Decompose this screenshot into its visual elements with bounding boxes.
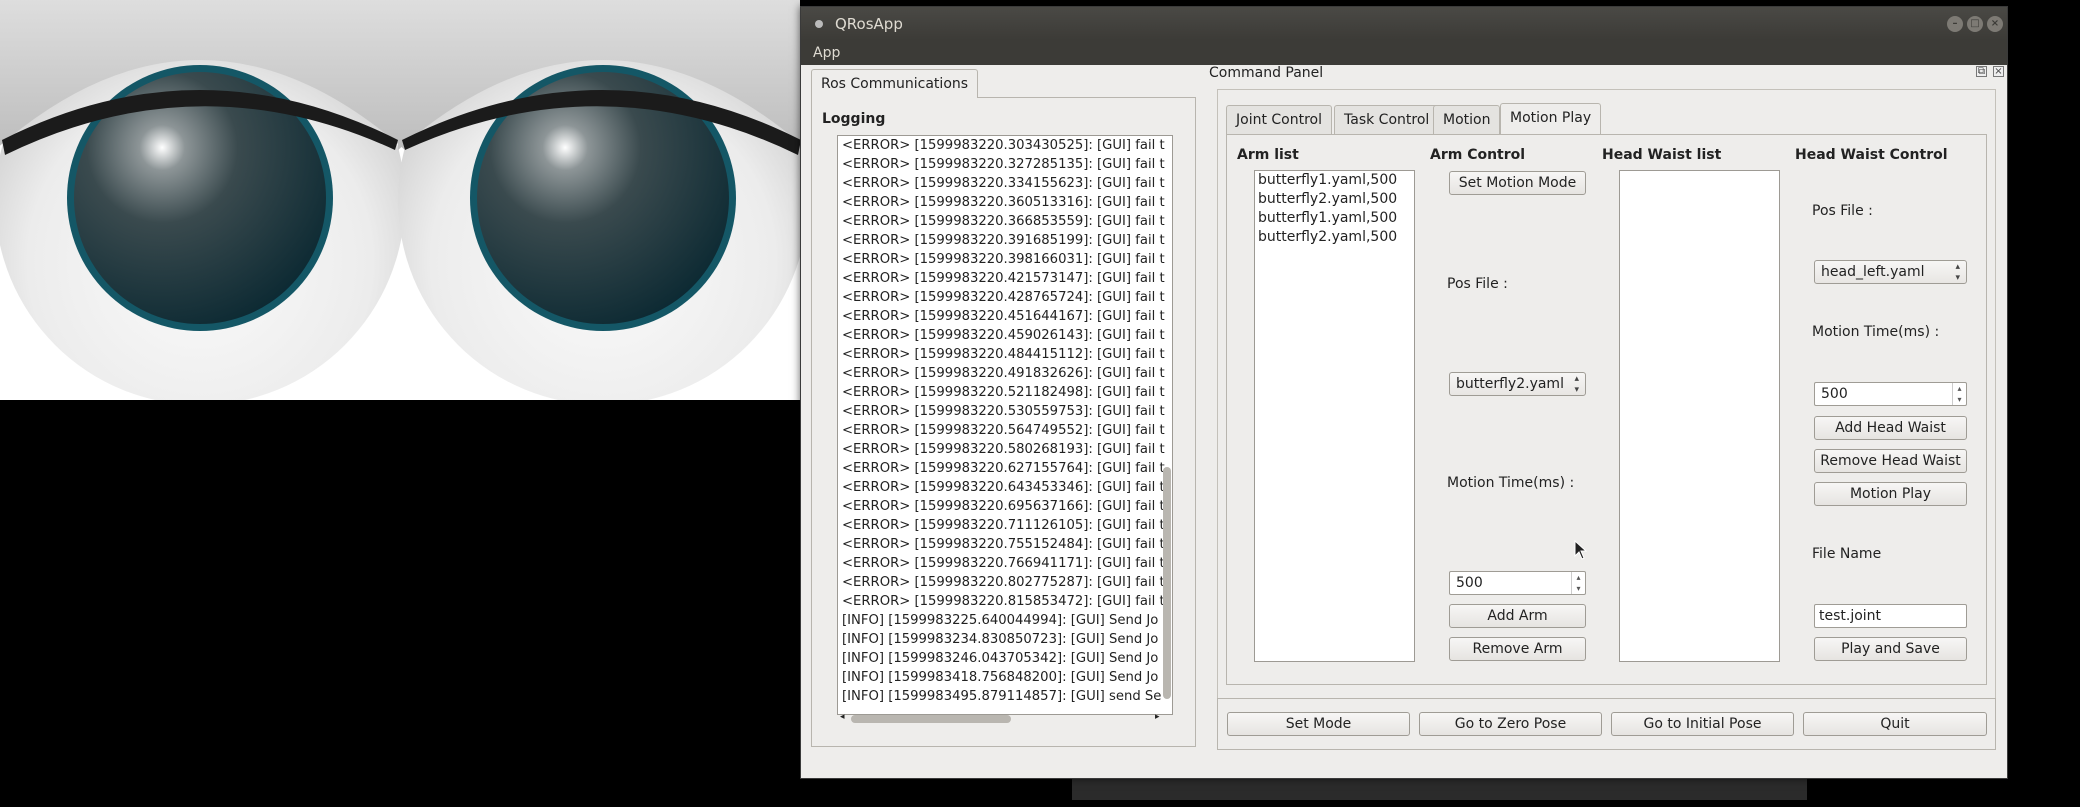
spin-arrows-icon[interactable]: ▴ ▾ (1571, 572, 1585, 594)
log-line: <ERROR> [1599983220.564749552]: [GUI] fa… (842, 423, 1165, 438)
maximize-icon[interactable]: □ (1967, 15, 1983, 32)
arm-list[interactable]: butterfly1.yaml,500 butterfly2.yaml,500 … (1254, 170, 1415, 662)
arm-control-label: Arm Control (1430, 147, 1526, 163)
quit-button[interactable]: Quit (1803, 712, 1987, 736)
log-line: <ERROR> [1599983220.360513316]: [GUI] fa… (842, 195, 1165, 210)
log-line: <ERROR> [1599983220.459026143]: [GUI] fa… (842, 328, 1165, 343)
tab-motion[interactable]: Motion (1433, 105, 1501, 134)
tab-ros-communications[interactable]: Ros Communications (811, 69, 979, 98)
spin-arrows-icon[interactable]: ▴ ▾ (1952, 383, 1966, 405)
arm-pos-file-value: butterfly2.yaml (1456, 376, 1564, 392)
app-icon (815, 19, 823, 28)
head-pos-file-label: Pos File : (1812, 203, 1873, 219)
log-line: <ERROR> [1599983220.398166031]: [GUI] fa… (842, 252, 1165, 267)
list-item[interactable]: butterfly1.yaml,500 (1258, 209, 1397, 228)
menu-app[interactable]: App (813, 43, 840, 63)
menu-bar: App (801, 40, 2007, 65)
log-line: <ERROR> [1599983220.711126105]: [GUI] fa… (842, 518, 1165, 533)
log-line: <ERROR> [1599983220.334155623]: [GUI] fa… (842, 176, 1165, 191)
log-line: <ERROR> [1599983220.580268193]: [GUI] fa… (842, 442, 1165, 457)
set-motion-mode-button[interactable]: Set Motion Mode (1449, 171, 1586, 195)
log-line: <ERROR> [1599983220.815853472]: [GUI] fa… (842, 594, 1165, 609)
head-motion-time-label: Motion Time(ms) : (1812, 324, 1940, 340)
robot-eyes-graphic (0, 0, 800, 400)
window-title: QRosApp (835, 14, 903, 33)
log-line: <ERROR> [1599983220.303430525]: [GUI] fa… (842, 138, 1165, 153)
log-line: <ERROR> [1599983220.643453346]: [GUI] fa… (842, 480, 1165, 495)
head-pos-file-combo[interactable]: head_left.yaml ▴ ▾ (1814, 260, 1967, 284)
log-line: <ERROR> [1599983220.391685199]: [GUI] fa… (842, 233, 1165, 248)
list-item[interactable]: butterfly2.yaml,500 (1258, 228, 1397, 247)
log-view[interactable]: <ERROR> [1599983220.303430525]: [GUI] fa… (837, 135, 1173, 715)
log-line: <ERROR> [1599983220.755152484]: [GUI] fa… (842, 537, 1165, 552)
head-waist-list[interactable] (1619, 170, 1780, 662)
add-head-waist-button[interactable]: Add Head Waist (1814, 416, 1967, 440)
minimize-icon[interactable]: – (1947, 15, 1963, 32)
log-line: <ERROR> [1599983220.491832626]: [GUI] fa… (842, 366, 1165, 381)
scroll-right-icon[interactable]: ▸ (1155, 712, 1160, 722)
log-line: <ERROR> [1599983220.327285135]: [GUI] fa… (842, 157, 1165, 172)
log-vertical-scrollbar[interactable] (1163, 467, 1171, 699)
go-to-initial-pose-button[interactable]: Go to Initial Pose (1611, 712, 1794, 736)
float-icon[interactable]: ⧉ (1976, 66, 1987, 77)
file-name-label: File Name (1812, 546, 1882, 562)
tab-motion-play[interactable]: Motion Play (1500, 103, 1602, 135)
head-motion-time-value: 500 (1821, 386, 1848, 402)
eyes-display (0, 0, 800, 400)
set-mode-button[interactable]: Set Mode (1227, 712, 1410, 736)
scroll-left-icon[interactable]: ◂ (840, 712, 845, 722)
go-to-zero-pose-button[interactable]: Go to Zero Pose (1419, 712, 1602, 736)
head-waist-control-label: Head Waist Control (1795, 147, 1948, 163)
log-line: <ERROR> [1599983220.695637166]: [GUI] fa… (842, 499, 1165, 514)
command-panel-title: Command Panel (1209, 65, 1324, 81)
log-lines: <ERROR> [1599983220.303430525]: [GUI] fa… (842, 136, 1168, 706)
log-line: <ERROR> [1599983220.521182498]: [GUI] fa… (842, 385, 1165, 400)
combo-arrow-icon: ▴ ▾ (1955, 262, 1960, 283)
arm-pos-file-label: Pos File : (1447, 276, 1508, 292)
remove-arm-button[interactable]: Remove Arm (1449, 637, 1586, 661)
tab-joint-control[interactable]: Joint Control (1226, 105, 1333, 134)
log-line: <ERROR> [1599983220.484415112]: [GUI] fa… (842, 347, 1165, 362)
right-eye (398, 0, 800, 400)
close-icon[interactable]: × (1987, 15, 2003, 32)
tab-task-control[interactable]: Task Control (1334, 105, 1440, 134)
log-line: <ERROR> [1599983220.627155764]: [GUI] fa… (842, 461, 1165, 476)
log-line: <ERROR> [1599983220.451644167]: [GUI] fa… (842, 309, 1165, 324)
background-window (1072, 778, 1807, 800)
head-waist-list-label: Head Waist list (1602, 147, 1722, 163)
log-line: <ERROR> [1599983220.428765724]: [GUI] fa… (842, 290, 1165, 305)
left-eye (0, 0, 405, 400)
title-bar: QRosApp – □ × (801, 7, 2007, 40)
arm-motion-time-spinbox[interactable]: 500 ▴ ▾ (1449, 571, 1586, 595)
arm-pos-file-combo[interactable]: butterfly2.yaml ▴ ▾ (1449, 372, 1586, 396)
file-name-input[interactable]: test.joint (1814, 604, 1967, 628)
arm-list-label: Arm list (1237, 147, 1299, 163)
motion-play-button[interactable]: Motion Play (1814, 482, 1967, 506)
log-line: [INFO] [1599983246.043705342]: [GUI] Sen… (842, 651, 1159, 666)
list-item[interactable]: butterfly2.yaml,500 (1258, 190, 1397, 209)
log-line: <ERROR> [1599983220.802775287]: [GUI] fa… (842, 575, 1165, 590)
log-line: <ERROR> [1599983220.530559753]: [GUI] fa… (842, 404, 1165, 419)
log-line: <ERROR> [1599983220.366853559]: [GUI] fa… (842, 214, 1165, 229)
list-item[interactable]: butterfly1.yaml,500 (1258, 171, 1397, 190)
log-line: [INFO] [1599983225.640044994]: [GUI] Sen… (842, 613, 1159, 628)
add-arm-button[interactable]: Add Arm (1449, 604, 1586, 628)
remove-head-waist-button[interactable]: Remove Head Waist (1814, 449, 1967, 473)
head-pos-file-value: head_left.yaml (1821, 264, 1925, 280)
logging-label: Logging (822, 111, 886, 127)
log-line: [INFO] [1599983234.830850723]: [GUI] Sen… (842, 632, 1159, 647)
dock-close-icon[interactable]: × (1993, 66, 2004, 77)
arm-motion-time-label: Motion Time(ms) : (1447, 475, 1575, 491)
mouse-cursor-icon (1574, 539, 1588, 564)
play-and-save-button[interactable]: Play and Save (1814, 637, 1967, 661)
log-line: [INFO] [1599983418.756848200]: [GUI] Sen… (842, 670, 1159, 685)
head-motion-time-spinbox[interactable]: 500 ▴ ▾ (1814, 382, 1967, 406)
log-line: <ERROR> [1599983220.766941171]: [GUI] fa… (842, 556, 1165, 571)
log-line: [INFO] [1599983495.879114857]: [GUI] sen… (842, 689, 1162, 704)
arm-motion-time-value: 500 (1456, 575, 1483, 591)
combo-arrow-icon: ▴ ▾ (1574, 374, 1579, 395)
log-horizontal-scrollbar[interactable] (851, 715, 1011, 723)
log-line: <ERROR> [1599983220.421573147]: [GUI] fa… (842, 271, 1165, 286)
